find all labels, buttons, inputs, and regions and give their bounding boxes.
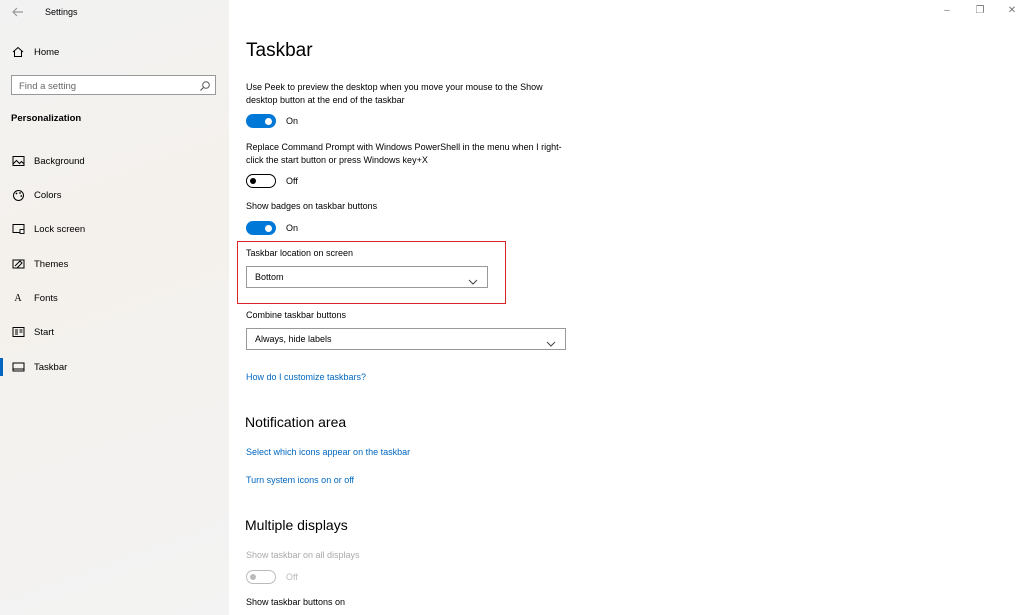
peek-toggle-row[interactable]: On [246, 113, 298, 129]
app-title: Settings [45, 7, 78, 17]
page-title: Taskbar [246, 40, 313, 61]
show-all-displays-toggle-row: Off [246, 569, 298, 585]
show-all-displays-text: Show taskbar on all displays [246, 550, 360, 560]
peek-setting-text: Use Peek to preview the desktop when you… [246, 82, 543, 105]
combine-dropdown-value: Always, hide labels [255, 334, 332, 344]
sidebar-item-colors[interactable]: Colors [0, 183, 229, 207]
search-icon[interactable] [199, 79, 211, 91]
section-heading: Personalization [11, 113, 82, 124]
sidebar-item-label: Colors [34, 189, 62, 201]
show-all-displays-toggle [246, 570, 276, 584]
back-arrow-icon[interactable] [11, 5, 25, 19]
search-input[interactable] [12, 77, 199, 96]
chevron-down-icon [546, 335, 556, 347]
combine-label: Combine taskbar buttons [246, 310, 347, 320]
customize-taskbars-link[interactable]: How do I customize taskbars? [246, 372, 366, 382]
select-icons-link[interactable]: Select which icons appear on the taskbar [246, 447, 410, 457]
system-icons-link[interactable]: Turn system icons on or off [246, 475, 354, 485]
sidebar-item-label: Start [34, 326, 55, 338]
peek-toggle[interactable] [246, 114, 276, 128]
palette-icon [11, 188, 25, 202]
sidebar-item-taskbar[interactable]: Taskbar [0, 355, 229, 379]
badges-toggle-state: On [286, 223, 299, 233]
image-icon [11, 154, 25, 168]
sidebar-item-themes[interactable]: Themes [0, 252, 229, 276]
sidebar-item-start[interactable]: Start [0, 320, 229, 344]
powershell-setting-text: Replace Command Prompt with Windows Powe… [246, 142, 562, 165]
peek-toggle-state: On [286, 116, 299, 126]
themes-icon [11, 257, 25, 271]
sidebar-item-label: Taskbar [34, 361, 68, 373]
start-icon [11, 325, 25, 339]
notification-area-heading: Notification area [245, 414, 347, 430]
sidebar-item-label: Themes [34, 258, 69, 270]
sidebar-item-background[interactable]: Background [0, 149, 229, 173]
sidebar-item-label: Background [34, 155, 85, 167]
buttons-on-label: Show taskbar buttons on [246, 597, 346, 607]
main-content: Taskbar Use Peek to preview the desktop … [229, 0, 1024, 615]
search-box[interactable] [11, 75, 216, 96]
combine-dropdown[interactable]: Always, hide labels [246, 328, 566, 350]
sidebar: Settings Home Personalization Background… [0, 0, 229, 615]
fonts-icon: A [14, 292, 22, 304]
sidebar-item-fonts[interactable]: A Fonts [0, 286, 229, 310]
powershell-toggle-row[interactable]: Off [246, 173, 298, 189]
sidebar-item-label: Fonts [34, 292, 58, 304]
highlight-annotation [237, 241, 506, 304]
powershell-toggle-state: Off [286, 176, 298, 186]
multiple-displays-heading: Multiple displays [245, 517, 348, 533]
sidebar-item-label: Lock screen [34, 223, 86, 235]
powershell-toggle[interactable] [246, 174, 276, 188]
badges-toggle-row[interactable]: On [246, 220, 298, 236]
badges-setting-text: Show badges on taskbar buttons [246, 201, 378, 211]
show-all-displays-state: Off [286, 572, 298, 582]
taskbar-icon [11, 360, 25, 374]
home-icon [11, 45, 25, 59]
sidebar-item-lock-screen[interactable]: Lock screen [0, 217, 229, 241]
lock-screen-icon [11, 222, 25, 236]
sidebar-item-label: Home [34, 46, 60, 58]
badges-toggle[interactable] [246, 221, 276, 235]
sidebar-item-home[interactable]: Home [0, 40, 229, 64]
